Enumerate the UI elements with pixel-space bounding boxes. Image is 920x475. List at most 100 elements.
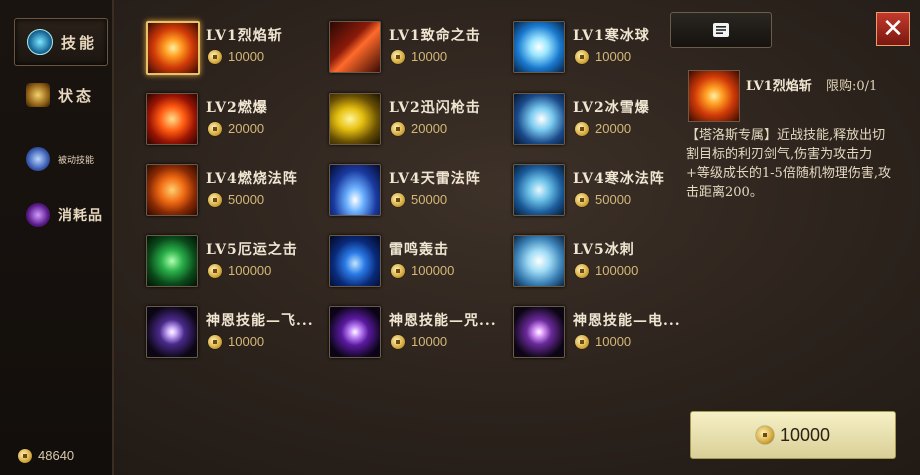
skill-orb-icon: [27, 29, 53, 55]
skill-item[interactable]: LV1寒冰球 10000: [513, 21, 693, 73]
notes-button[interactable]: [670, 12, 772, 48]
price-value: 20000: [228, 121, 265, 136]
skill-name: LV4寒冰法阵: [573, 171, 665, 187]
skill-price: 20000: [391, 121, 447, 136]
skill-price: 10000: [391, 334, 447, 349]
coin-icon: [208, 192, 222, 207]
skill-item[interactable]: 神恩技能—电... 10000: [513, 306, 693, 358]
close-button[interactable]: ✕: [876, 12, 910, 46]
doom-strike-icon: [146, 235, 198, 287]
skill-item[interactable]: 雷鸣轰击 100000: [329, 235, 509, 287]
skill-name: LV1致命之击: [389, 28, 481, 44]
coin-icon: [208, 334, 222, 349]
skill-name: LV5厄运之击: [206, 242, 298, 258]
coin-icon: [575, 49, 589, 64]
status-icon: [26, 83, 50, 107]
price-value: 10000: [228, 334, 265, 349]
price-value: 50000: [595, 192, 632, 207]
fire-array-icon: [146, 164, 198, 216]
burn-burst-icon: [146, 93, 198, 145]
skill-shop-window: 技能 状态 被动技能 消耗品 48640 LV1烈焰斩 10000 LV1致命之…: [0, 0, 920, 475]
price-value: 50000: [411, 192, 448, 207]
price-value: 10000: [411, 49, 448, 64]
price-value: 50000: [228, 192, 265, 207]
snow-burst-icon: [513, 93, 565, 145]
skill-price: 100000: [391, 263, 454, 278]
skill-item[interactable]: 神恩技能—飞... 10000: [146, 306, 326, 358]
skill-price: 20000: [208, 121, 264, 136]
flame-slash-icon: [146, 21, 200, 75]
price-value: 100000: [228, 263, 272, 278]
skill-price: 50000: [575, 192, 631, 207]
skill-name: LV2迅闪枪击: [389, 100, 481, 116]
price-value: 10000: [595, 334, 632, 349]
detail-skill-name: LV1烈焰斩: [746, 79, 812, 94]
ice-spike-icon: [513, 235, 565, 287]
flash-spear-icon: [329, 93, 381, 145]
skill-item[interactable]: LV4天雷法阵 50000: [329, 164, 509, 216]
skill-item[interactable]: LV5冰刺 100000: [513, 235, 693, 287]
tab-consumables[interactable]: 消耗品: [14, 192, 106, 238]
flame-slash-icon: [688, 70, 740, 122]
close-icon: ✕: [882, 14, 904, 44]
thunder-array-icon: [329, 164, 381, 216]
category-sidebar: 技能 状态 被动技能 消耗品 48640: [0, 0, 114, 475]
ice-ball-icon: [513, 21, 565, 73]
skill-item[interactable]: LV2燃爆 20000: [146, 93, 326, 145]
skill-name: 神恩技能—咒...: [389, 313, 497, 329]
skill-item[interactable]: LV1致命之击 10000: [329, 21, 509, 73]
tab-status[interactable]: 状态: [14, 72, 106, 118]
coin-icon: [575, 263, 589, 278]
coin-icon: [575, 121, 589, 136]
buy-button[interactable]: 10000: [690, 411, 896, 459]
gold-balance: 48640: [18, 448, 74, 463]
coin-icon: [575, 192, 589, 207]
skill-item[interactable]: LV1烈焰斩 10000: [146, 21, 326, 75]
coin-icon: [755, 426, 774, 444]
note-icon: [713, 23, 729, 37]
skill-item[interactable]: LV4燃烧法阵 50000: [146, 164, 326, 216]
tab-label: 技能: [61, 33, 98, 52]
skill-price: 10000: [391, 49, 447, 64]
ice-array-icon: [513, 164, 565, 216]
skill-name: LV4天雷法阵: [389, 171, 481, 187]
tab-passive-skills[interactable]: 被动技能: [14, 136, 106, 182]
skill-name: 雷鸣轰击: [389, 242, 449, 258]
price-value: 10000: [595, 49, 632, 64]
price-value: 20000: [595, 121, 632, 136]
price-value: 100000: [595, 263, 639, 278]
skill-price: 10000: [208, 334, 264, 349]
skill-item[interactable]: LV2冰雪爆 20000: [513, 93, 693, 145]
tab-label: 消耗品: [58, 208, 103, 224]
tab-label: 状态: [58, 86, 95, 105]
divine-curse-icon: [329, 306, 381, 358]
coin-icon: [391, 334, 405, 349]
skill-item[interactable]: LV2迅闪枪击 20000: [329, 93, 509, 145]
purchase-limit: 限购:0/1: [826, 79, 878, 94]
gold-amount: 48640: [38, 448, 75, 463]
skill-item[interactable]: LV4寒冰法阵 50000: [513, 164, 693, 216]
skill-name: LV5冰刺: [573, 242, 635, 258]
skill-name: LV1寒冰球: [573, 28, 650, 44]
price-value: 100000: [411, 263, 455, 278]
skill-price: 100000: [575, 263, 638, 278]
skill-name: LV1烈焰斩: [206, 28, 283, 44]
coin-icon: [391, 263, 405, 278]
skill-item[interactable]: 神恩技能—咒... 10000: [329, 306, 509, 358]
divine-electric-icon: [513, 306, 565, 358]
tab-label: 被动技能: [58, 155, 95, 166]
passive-skill-icon: [26, 147, 50, 171]
coin-icon: [18, 448, 32, 463]
tab-skills[interactable]: 技能: [14, 18, 108, 66]
coin-icon: [391, 49, 405, 64]
skill-price: 10000: [575, 334, 631, 349]
skill-name: 神恩技能—飞...: [206, 313, 314, 329]
price-value: 20000: [411, 121, 448, 136]
skill-name: 神恩技能—电...: [573, 313, 681, 329]
thunder-blast-icon: [329, 235, 381, 287]
skill-price: 100000: [208, 263, 271, 278]
skill-description: 【塔洛斯专属】近战技能,释放出切割目标的利刃剑气,伤害为攻击力+等级成长的1-5…: [686, 128, 891, 200]
consumable-icon: [26, 203, 50, 227]
coin-icon: [208, 263, 222, 278]
skill-item[interactable]: LV5厄运之击 100000: [146, 235, 326, 287]
